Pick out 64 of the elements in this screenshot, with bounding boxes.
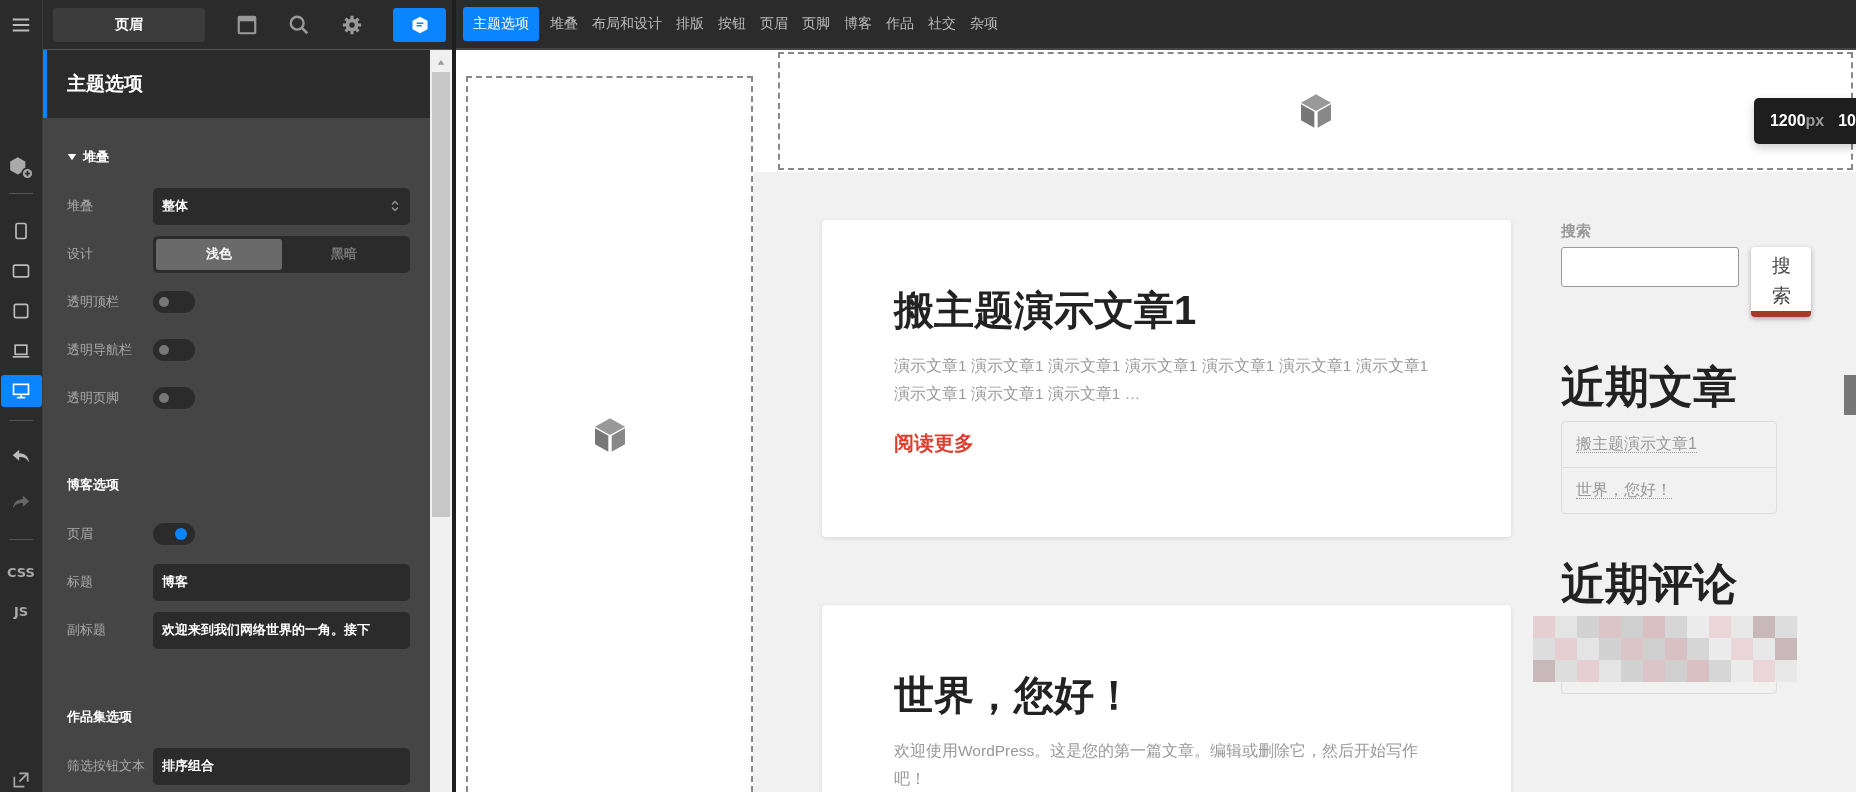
widget-title: 近期评论 — [1561, 558, 1738, 610]
section-heading: 堆叠 — [83, 148, 109, 166]
post-excerpt: 欢迎使用WordPress。这是您的第一篇文章。编辑或删除它，然后开始写作吧！ — [894, 741, 1420, 789]
cube-add-icon[interactable] — [7, 154, 35, 180]
tab[interactable]: 页脚 — [795, 7, 837, 41]
tab[interactable]: 社交 — [921, 7, 963, 41]
device-button[interactable] — [0, 375, 42, 407]
window-icon[interactable] — [235, 13, 258, 36]
tab[interactable]: 主题选项 — [463, 7, 539, 41]
toggle-switch[interactable] — [153, 523, 195, 545]
field-label: 透明导航栏 — [67, 341, 133, 359]
settings-icon[interactable] — [340, 13, 363, 36]
tab[interactable]: 博客 — [837, 7, 879, 41]
code-button[interactable]: JS — [13, 604, 29, 619]
tab[interactable]: 杂项 — [963, 7, 1005, 41]
width-value: 1200 — [1769, 112, 1806, 130]
section-heading: 博客选项 — [67, 476, 119, 494]
field-label: 页眉 — [67, 525, 94, 543]
field-label: 设计 — [67, 245, 94, 263]
scrollbar-thumb[interactable] — [1844, 375, 1856, 415]
code-button[interactable]: CSS — [7, 565, 35, 580]
field-label: 透明顶栏 — [67, 293, 120, 311]
height-value: 10 — [1838, 112, 1856, 130]
caret-down-icon[interactable] — [67, 152, 77, 162]
field-label: 透明页脚 — [67, 389, 120, 407]
select-field[interactable]: 整体 — [153, 187, 410, 225]
post-excerpt: 演示文章1 演示文章1 演示文章1 演示文章1 演示文章1 演示文章1 演示文章1 演示文章1 演示文章1 演示文章1 … — [894, 356, 1430, 404]
post-title[interactable]: 搬主题演示文章1 — [894, 282, 1439, 338]
tab[interactable]: 布局和设计 — [585, 7, 669, 41]
search-field[interactable] — [1561, 247, 1739, 287]
tab[interactable]: 按钮 — [711, 7, 753, 41]
search-label: 搜索 — [1561, 222, 1592, 241]
document-button[interactable] — [393, 7, 446, 42]
tab[interactable]: 页眉 — [753, 7, 795, 41]
tablet-landscape-icon — [11, 261, 31, 281]
tab[interactable]: 作品 — [879, 7, 921, 41]
field-label: 堆叠 — [67, 197, 94, 215]
unit-label: px — [1805, 112, 1825, 130]
segment-option[interactable]: 浅色 — [156, 238, 282, 270]
square-screen-icon — [11, 301, 31, 321]
search-icon[interactable] — [288, 13, 310, 36]
field-label: 标题 — [67, 573, 94, 591]
laptop-icon — [11, 341, 31, 361]
tab[interactable]: 排版 — [669, 7, 711, 41]
text-field[interactable]: 博客 — [153, 563, 410, 601]
desktop-icon — [11, 381, 31, 401]
panel-title: 主题选项 — [67, 72, 143, 96]
field-label: 副标题 — [67, 621, 107, 639]
text-field[interactable]: 排序组合 — [153, 747, 410, 785]
toggle-switch[interactable] — [153, 339, 195, 361]
field-label: 筛选按钮文本 — [67, 757, 146, 775]
post-title[interactable]: 世界，您好！ — [894, 667, 1439, 723]
up-down-caret-icon — [389, 198, 401, 214]
external-link-icon[interactable] — [11, 770, 31, 790]
section-heading: 作品集选项 — [67, 708, 132, 726]
text-field[interactable]: 欢迎来到我们网络世界的一角。接下 — [153, 611, 410, 649]
widget-title: 近期文章 — [1561, 361, 1738, 413]
read-more-link[interactable]: 阅读更多 — [894, 430, 974, 457]
scrollbar-thumb[interactable] — [432, 72, 450, 517]
header-tab[interactable]: 页眉 — [53, 7, 205, 42]
search-button[interactable]: 搜索 — [1751, 247, 1811, 317]
tab[interactable]: 堆叠 — [543, 7, 585, 41]
toggle-switch[interactable] — [153, 291, 195, 313]
toggle-switch[interactable] — [153, 387, 195, 409]
